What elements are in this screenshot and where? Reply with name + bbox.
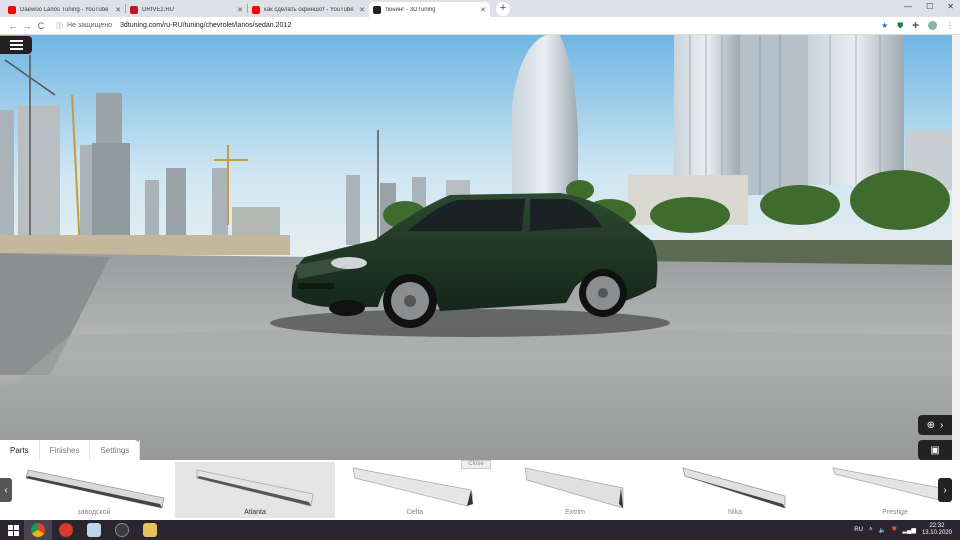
windows-start-icon[interactable] [2,520,24,540]
windows-taskbar: RU ˄ 🔈 ⛊ ▂▄▆ 22:32 13.10.2020 [0,520,960,540]
tab-finishes[interactable]: Finishes [40,440,91,460]
forward-button[interactable]: → [20,21,34,31]
tab-title: Daewoo Lanos Tuning - YouTube [20,6,109,13]
part-item[interactable]: заводской [14,462,174,518]
system-tray: RU ˄ 🔈 ⛊ ▂▄▆ 22:32 13.10.2020 [854,523,960,537]
close-window-button[interactable]: ✕ [947,2,954,11]
close-tab-icon[interactable]: ✕ [237,6,243,14]
page-scrollbar[interactable] [952,35,960,460]
menu-line [9,40,23,42]
browser-tab-active[interactable]: тюнинг - 3DTuning ✕ [369,2,490,17]
close-tab-icon[interactable]: ✕ [480,6,486,14]
minimize-button[interactable]: — [904,2,912,11]
side-skirt-thumbnail [196,469,314,507]
tab-settings[interactable]: Settings [90,440,141,460]
menu-line [9,48,23,50]
part-item[interactable]: Delta [335,462,495,518]
side-skirt-thumbnail [682,467,786,509]
shield-icon[interactable]: ⛊ [892,527,897,534]
side-skirt-thumbnail [352,467,473,507]
carousel-next-button[interactable]: › [938,478,952,502]
tab-title: как сделать скриншот - YouTube [264,6,354,13]
zoom-magnifier-icon: ⊕ [926,419,936,431]
network-icon[interactable]: ▂▄▆ [902,527,915,534]
ccleaner-taskbar-icon[interactable] [52,520,80,540]
browser-tab[interactable]: как сделать скриншот - YouTube ✕ [248,2,369,17]
info-icon[interactable]: ⓘ [56,21,63,31]
parts-tab-bar: Parts Finishes Settings [0,440,141,460]
youtube-icon [252,5,260,14]
part-item-selected[interactable]: Atlanta [175,462,335,518]
bookmark-star-icon[interactable]: ★ [881,21,888,30]
security-label[interactable]: Не защищено [67,22,112,29]
carousel-prev-button[interactable]: ‹ [0,478,12,502]
close-panel-button[interactable]: Close [461,460,491,469]
new-tab-button[interactable]: + [496,1,510,16]
hamburger-menu-button[interactable] [0,36,32,54]
file-explorer-taskbar-icon[interactable] [136,520,164,540]
floppy-disk-icon: ▣ [930,444,940,456]
part-label: Nika [727,509,742,516]
side-skirt-thumbnail [524,467,624,509]
language-indicator[interactable]: RU [854,527,863,533]
drive2-icon [130,5,138,14]
part-item[interactable]: Nika [655,462,815,518]
maximize-button[interactable]: ☐ [926,2,933,11]
scene-render [0,35,952,460]
address-bar[interactable]: 3dtuning.com/ru-RU/tuning/chevrolet/lano… [120,22,291,29]
notepad-taskbar-icon[interactable] [80,520,108,540]
clock[interactable]: 22:32 13.10.2020 [922,523,952,537]
close-tab-icon[interactable]: ✕ [115,6,121,14]
3dtuning-icon [373,5,381,14]
part-label: Delta [406,509,424,516]
youtube-icon [8,5,16,14]
extensions-puzzle-icon[interactable]: ✚ [912,21,919,30]
more-menu-icon[interactable]: ⋮ [946,21,954,30]
tab-title: DRIVE2.RU [142,6,175,13]
part-label: Extrim [565,509,585,516]
chevron-up-icon[interactable]: ˄ [869,527,873,533]
menu-line [9,44,23,46]
browser-tab-strip: Daewoo Lanos Tuning - YouTube ✕ DRIVE2.R… [0,0,960,17]
zoom-button[interactable]: ⊕ › [918,415,952,435]
profile-avatar[interactable] [928,21,937,30]
side-skirt-thumbnail [25,469,165,509]
back-button[interactable]: ← [6,21,20,31]
part-label: заводской [77,509,111,516]
part-label: Prestige [882,509,908,516]
volume-icon[interactable]: 🔈 [878,527,885,534]
browser-toolbar: ← → C ⓘ Не защищено 3dtuning.com/ru-RU/t… [0,17,960,35]
window-controls: — ☐ ✕ [904,2,954,11]
chrome-taskbar-icon[interactable] [24,520,52,540]
toolbar-icons: ★ ⛊ ✚ ⋮ [881,21,954,31]
browser-tab[interactable]: Daewoo Lanos Tuning - YouTube ✕ [4,2,125,17]
browser-tab[interactable]: DRIVE2.RU ✕ [126,2,247,17]
time: 22:32 [929,523,945,529]
tab-parts[interactable]: Parts [0,440,40,460]
part-label: Atlanta [244,509,266,516]
part-item[interactable]: Extrim [495,462,655,518]
close-tab-icon[interactable]: ✕ [359,6,365,14]
date: 13.10.2020 [921,530,952,536]
parts-carousel: заводской Atlanta Delta Extrim Nika Pres… [0,460,960,520]
shield-extension-icon[interactable]: ⛊ [897,21,903,31]
tab-title: тюнинг - 3DTuning [385,6,436,13]
save-button[interactable]: ▣ [918,440,952,460]
chevron-right-icon: › [940,419,944,431]
car-3d-viewport[interactable] [0,35,952,460]
reload-button[interactable]: C [34,21,48,31]
media-player-taskbar-icon[interactable] [108,520,136,540]
